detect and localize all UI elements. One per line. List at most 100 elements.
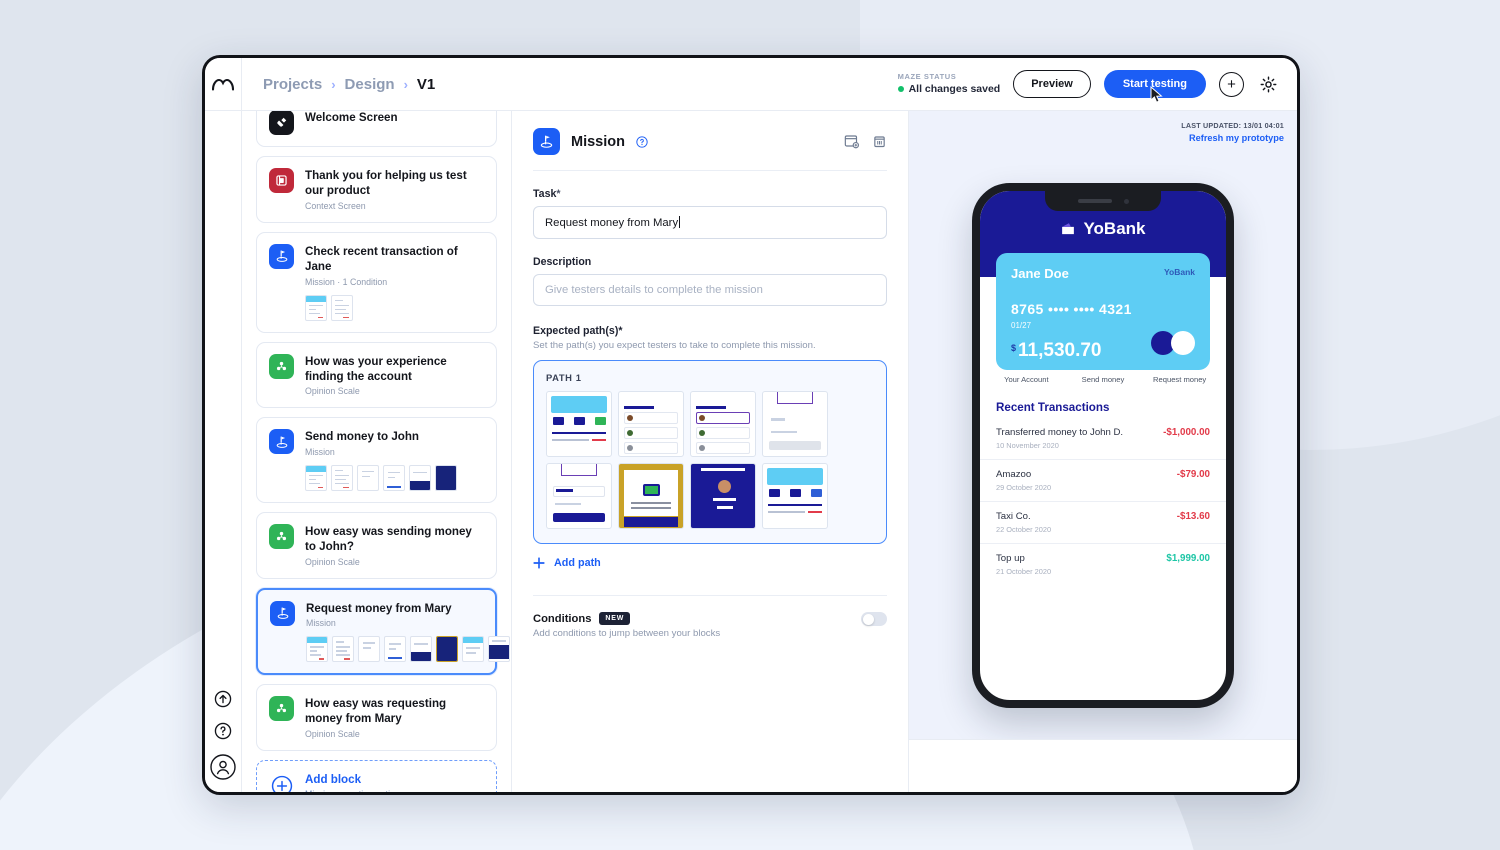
start-testing-button[interactable]: Start testing [1103,70,1206,103]
left-rail [205,111,242,792]
preview-meta: LAST UPDATED: 13/01 04:01 Refresh my pro… [1181,121,1284,146]
path-screen-thumbnail[interactable] [618,463,684,529]
add-block-button[interactable]: Add block Mission, question, rating... [256,759,497,792]
add-path-button[interactable]: Add path [533,557,887,569]
screen-thumbnail[interactable] [435,464,457,491]
bank-brand-name: YoBank [1083,219,1146,238]
path-screen-thumbnail[interactable] [546,463,612,529]
opinion-icon [269,353,294,379]
description-input[interactable] [533,274,887,306]
account-icon[interactable] [210,754,236,780]
path-screen-thumbnail[interactable] [762,463,828,529]
block-title: How was your experience finding the acco… [305,354,447,384]
mission-icon [533,128,560,155]
block-thumbnails [305,464,484,491]
path-screen-thumbnail[interactable] [546,391,612,457]
path-screen-thumbnail[interactable] [618,391,684,457]
block-thumbnails [306,636,510,663]
breadcrumb-v1[interactable]: V1 [417,76,435,93]
screen-thumbnail[interactable] [305,464,327,491]
breadcrumb-design[interactable]: Design [345,76,395,93]
transaction-amount: -$1,000.00 [1163,427,1210,438]
block-item[interactable]: Thank you for helping us test our produc… [256,156,497,223]
maze-status-label: MAZE STATUS [897,71,957,81]
help-circle-icon[interactable] [636,135,648,148]
preview-button[interactable]: Preview [1013,70,1091,98]
context-icon [269,168,294,193]
add-block-subtitle: Mission, question, rating... [305,789,484,792]
path-title: PATH 1 [546,372,582,383]
upload-icon[interactable] [214,690,232,708]
screen-thumbnail[interactable] [332,636,354,663]
block-item[interactable]: How easy was sending money to John? Opini… [256,511,497,579]
transaction-name: Amazoo [996,469,1032,480]
breadcrumb-projects[interactable]: Projects [263,76,322,93]
maze-logo[interactable] [205,58,242,110]
start-testing-label: Start testing [1122,78,1187,90]
camera-icon [1123,198,1129,204]
help-icon[interactable] [214,722,232,740]
block-item[interactable]: Welcome Screen [256,111,497,147]
opinion-icon [269,523,294,549]
block-item[interactable]: How easy was requesting money from Mary O… [256,684,497,751]
screen-thumbnail[interactable] [436,636,458,663]
trash-icon[interactable] [872,134,887,149]
path-screen-thumbnail[interactable] [690,463,756,529]
task-input[interactable]: Request money from Mary [533,206,887,239]
transaction-date: 10 November 2020 [996,441,1059,450]
screen-thumbnail[interactable] [383,464,405,491]
block-title: How easy was requesting money from Mary [305,697,447,726]
transaction-amount: $1,999.00 [1166,553,1210,564]
screen-thumbnail[interactable] [306,636,328,663]
screen-thumbnail[interactable] [409,464,431,491]
mission-icon [269,243,294,269]
path-screen-thumbnail[interactable] [690,391,756,457]
screen-thumbnail[interactable] [357,464,379,491]
conditions-toggle[interactable] [861,612,887,626]
screen-thumbnail[interactable] [331,464,353,491]
mission-title: Mission [571,133,625,150]
screen-thumbnail[interactable] [410,636,432,663]
block-title: Send money to John [305,430,420,444]
screen-thumbnail[interactable] [462,636,484,663]
duplicate-icon[interactable] [844,134,859,149]
breadcrumb: Projects › Design › V1 [242,76,435,93]
gear-icon[interactable] [1257,73,1279,95]
transaction-date: 22 October 2020 [996,525,1052,534]
transaction-name: Taxi Co. [996,511,1031,522]
block-list[interactable]: Welcome Screen Thank you for helping us t… [242,111,512,792]
card-brand-name: YoBank [1163,267,1195,277]
task-required-mark: * [556,188,561,200]
phone-mockup[interactable]: YoBank Jane Doe YoBank 8765 •••• •••• 43… [972,183,1234,708]
block-thumbnails [305,294,484,321]
welcome-icon [269,111,294,135]
path-screen-thumbnail[interactable] [762,391,828,457]
block-item[interactable]: How was your experience finding the acco… [256,341,497,409]
add-button[interactable]: + [1219,71,1244,97]
action-your-account-label: Your Account [1004,375,1049,384]
screen-thumbnail[interactable] [488,636,510,663]
block-title: Thank you for helping us test our produc… [305,169,467,198]
main-area: Welcome Screen Thank you for helping us t… [205,111,1297,792]
block-subtitle: Opinion Scale [305,728,360,739]
mastercard-logo-icon [1151,331,1195,355]
prototype-preview: LAST UPDATED: 13/01 04:01 Refresh my pro… [909,111,1297,792]
transaction-row[interactable]: Amazoo 29 October 2020 -$79.00 [980,460,1226,502]
screen-thumbnail[interactable] [358,636,380,663]
refresh-prototype-link[interactable]: Refresh my prototype [1181,132,1284,146]
block-title: How easy was sending money to John? [305,524,472,554]
block-item[interactable]: Check recent transaction of Jane Mission … [256,231,497,333]
transaction-row[interactable]: Transferred money to John D. 10 November … [980,418,1226,460]
block-item[interactable]: Send money to John Mission [256,417,497,503]
transaction-date: 29 October 2020 [996,483,1052,492]
screen-thumbnail[interactable] [384,636,406,663]
transaction-name: Top up [996,553,1025,564]
wallet-icon [1062,223,1075,235]
transaction-row[interactable]: Taxi Co. 22 October 2020 -$13.60 [980,502,1226,544]
new-badge: NEW [599,612,631,625]
transaction-row[interactable]: Top up 21 October 2020 $1,999.00 [980,544,1226,585]
screen-thumbnail[interactable] [305,294,327,321]
block-item[interactable]: Request money from Mary Mission [256,587,510,676]
screen-thumbnail[interactable] [331,294,353,321]
path-card[interactable]: PATH 1 [533,360,887,544]
